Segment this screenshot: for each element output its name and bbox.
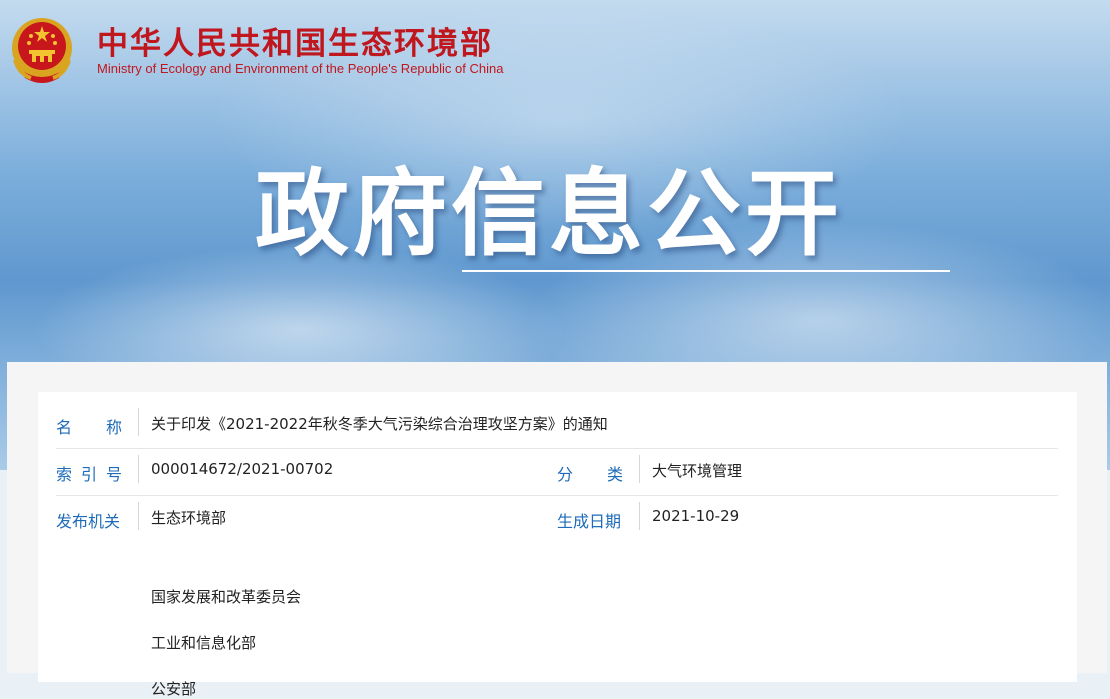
issuer-label: 发布机关 bbox=[56, 512, 121, 531]
date-value: 2021-10-29 bbox=[652, 507, 740, 525]
site-title[interactable]: 中华人民共和国生态环境部 bbox=[97, 18, 493, 63]
index-value: 000014672/2021-00702 bbox=[151, 460, 334, 478]
info-row-index: 索 引 号 000014672/2021-00702 分 类 大气环境管理 bbox=[56, 449, 1058, 496]
issuer-value: 工业和信息化部 bbox=[151, 634, 257, 652]
category-label: 分 类 bbox=[557, 465, 623, 484]
info-row-issuer: 发布机关 生态环境部 生成日期 2021-10-29 bbox=[56, 496, 1058, 542]
date-label: 生成日期 bbox=[557, 512, 622, 531]
divider bbox=[138, 408, 139, 436]
page-heading: 政府信息公开 bbox=[255, 160, 844, 269]
issuer-value: 生态环境部 bbox=[151, 509, 227, 527]
divider bbox=[138, 502, 139, 530]
heading-underline bbox=[462, 270, 950, 272]
site-subtitle[interactable]: Ministry of Ecology and Environment of t… bbox=[97, 61, 503, 76]
issuer-value: 公安部 bbox=[151, 680, 197, 698]
name-value: 关于印发《2021-2022年秋冬季大气污染综合治理攻坚方案》的通知 bbox=[151, 415, 608, 433]
divider bbox=[639, 455, 640, 483]
info-row-name: 名 称 关于印发《2021-2022年秋冬季大气污染综合治理攻坚方案》的通知 bbox=[56, 402, 1058, 449]
index-label: 索 引 号 bbox=[56, 465, 122, 484]
national-emblem-icon[interactable] bbox=[9, 12, 75, 90]
content-panel: 名 称 关于印发《2021-2022年秋冬季大气污染综合治理攻坚方案》的通知 索… bbox=[7, 362, 1107, 698]
category-value: 大气环境管理 bbox=[652, 462, 743, 480]
issuer-value: 国家发展和改革委员会 bbox=[151, 588, 302, 606]
name-label: 名 称 bbox=[56, 418, 122, 437]
divider bbox=[639, 502, 640, 530]
document-info-card: 名 称 关于印发《2021-2022年秋冬季大气污染综合治理攻坚方案》的通知 索… bbox=[38, 392, 1077, 698]
divider bbox=[138, 455, 139, 483]
